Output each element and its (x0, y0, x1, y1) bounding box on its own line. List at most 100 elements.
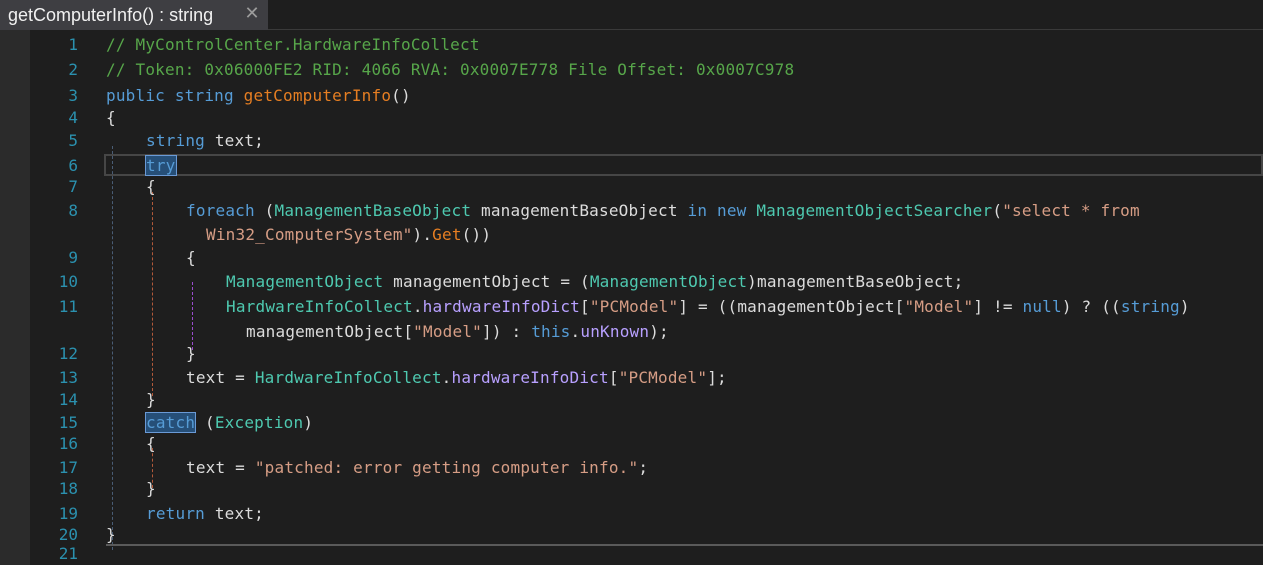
line-number: 2 (68, 60, 78, 79)
line-number: 12 (58, 344, 78, 363)
string-literal: Win32_ComputerSystem" (206, 225, 413, 244)
line-number: 13 (58, 368, 78, 387)
string-literal: "PCModel" (618, 368, 708, 387)
keyword-try-highlighted[interactable]: try (145, 155, 177, 176)
string-literal: "select * from (1002, 201, 1140, 220)
tab-title: getComputerInfo() : string (8, 4, 214, 25)
punctuation: ); (649, 322, 669, 341)
keyword-catch-highlighted[interactable]: catch (144, 412, 197, 433)
line-number: 11 (58, 297, 78, 316)
code-line-brace: { (106, 108, 116, 127)
code-line-brace: } (146, 390, 156, 409)
punctuation: . (570, 322, 581, 341)
code-text: ] != (973, 297, 1023, 316)
line-number: 18 (58, 479, 78, 498)
code-text: ] = ((managementObject[ (678, 297, 905, 316)
line-number: 16 (58, 434, 78, 453)
tab-getcomputerinfo[interactable]: getComputerInfo() : string ✕ (0, 0, 268, 30)
code-text: text = (186, 368, 255, 387)
punctuation: ) ? (( (1061, 297, 1121, 316)
punctuation: () (391, 86, 411, 105)
line-number: 14 (58, 390, 78, 409)
type-name[interactable]: ManagementObject (226, 272, 383, 291)
punctuation: ; (638, 458, 649, 477)
keyword: return (146, 504, 205, 523)
type-name[interactable]: ManagementObjectSearcher (756, 201, 992, 220)
line-number: 21 (58, 544, 78, 563)
field-name[interactable]: unKnown (580, 322, 649, 341)
code-line-comment: // Token: 0x06000FE2 RID: 4066 RVA: 0x00… (106, 60, 795, 79)
line-number: 17 (58, 458, 78, 477)
punctuation: ) (1179, 297, 1190, 316)
code-line-brace: { (186, 248, 196, 267)
code-line-foreach: foreach (ManagementBaseObject management… (186, 200, 1140, 222)
type-name[interactable]: HardwareInfoCollect (255, 368, 442, 387)
keyword: foreach (186, 201, 255, 220)
indent-guide (112, 146, 113, 550)
string-literal: "PCModel" (589, 297, 679, 316)
line-number: 4 (68, 108, 78, 127)
line-number: 1 (68, 35, 78, 54)
line-number: 7 (68, 177, 78, 196)
code-text: managementObject = ( (383, 272, 590, 291)
line-number: 19 (58, 504, 78, 523)
code-text: )managementBaseObject; (747, 272, 964, 291)
line-number: 15 (58, 413, 78, 432)
field-name[interactable]: hardwareInfoDict (452, 368, 609, 387)
keyword: string (146, 131, 205, 150)
line-number: 3 (68, 86, 78, 105)
type-name[interactable]: Exception (215, 413, 304, 432)
code-line-brace: } (106, 525, 116, 544)
code-line-brace: { (146, 177, 156, 196)
punctuation: ) (303, 413, 314, 432)
code-text: text = (186, 458, 255, 477)
code-line-dict-assignment-wrap: managementObject["Model"]) : this.unKnow… (246, 321, 669, 343)
code-line-catch: catch (Exception) (144, 412, 314, 434)
line-number: 10 (58, 272, 78, 291)
keyword: null (1022, 297, 1062, 316)
method-name[interactable]: Get (432, 225, 462, 244)
code-text: text; (205, 131, 264, 150)
code-line-text-assignment: text = HardwareInfoCollect.hardwareInfoD… (186, 367, 727, 389)
keyword: this (531, 322, 571, 341)
punctuation: ). (412, 225, 433, 244)
code-area[interactable]: 1 2 3 4 5 6 7 8 9 10 11 12 13 14 15 16 1… (30, 30, 1263, 565)
line-number: 9 (68, 248, 78, 267)
code-text: text; (205, 504, 264, 523)
line-number: 5 (68, 131, 78, 150)
left-margin (0, 30, 30, 565)
code-text: managementObject[ (246, 322, 414, 341)
code-line-comment: // MyControlCenter.HardwareInfoCollect (106, 35, 480, 54)
code-line-declaration: string text; (146, 130, 264, 152)
type-name[interactable]: ManagementObject (590, 272, 747, 291)
line-number: 6 (68, 156, 78, 175)
tab-bar: getComputerInfo() : string ✕ (0, 0, 1263, 30)
type-name[interactable]: HardwareInfoCollect (226, 297, 413, 316)
code-line-foreach-wrap: Win32_ComputerSystem").Get()) (206, 224, 491, 246)
punctuation: ]; (707, 368, 727, 387)
punctuation: [ (608, 368, 619, 387)
code-line-method-signature: public string getComputerInfo() (106, 85, 411, 107)
code-line-try: try (145, 155, 177, 177)
string-literal: "Model" (904, 297, 974, 316)
code-line-return: return text; (146, 503, 264, 525)
code-line-brace: { (146, 434, 156, 453)
punctuation: ( (195, 413, 215, 432)
code-line-dict-assignment: HardwareInfoCollect.hardwareInfoDict["PC… (226, 296, 1190, 318)
code-line-assignment: ManagementObject managementObject = (Man… (226, 271, 963, 293)
punctuation: ( (254, 201, 275, 220)
close-icon[interactable]: ✕ (242, 4, 262, 24)
method-name[interactable]: getComputerInfo (244, 86, 392, 105)
type-name[interactable]: ManagementBaseObject (275, 201, 472, 220)
code-text: ]) : (482, 322, 532, 341)
keyword: string (1120, 297, 1180, 316)
punctuation: . (412, 297, 423, 316)
punctuation: ( (992, 201, 1003, 220)
current-line-highlight (104, 154, 1263, 176)
code-line-brace: } (186, 344, 196, 363)
code-line-brace: } (146, 479, 156, 498)
code-editor[interactable]: 1 2 3 4 5 6 7 8 9 10 11 12 13 14 15 16 1… (30, 30, 1263, 565)
indent-guide (152, 192, 153, 396)
field-name[interactable]: hardwareInfoDict (423, 297, 580, 316)
string-literal: "Model" (413, 322, 483, 341)
